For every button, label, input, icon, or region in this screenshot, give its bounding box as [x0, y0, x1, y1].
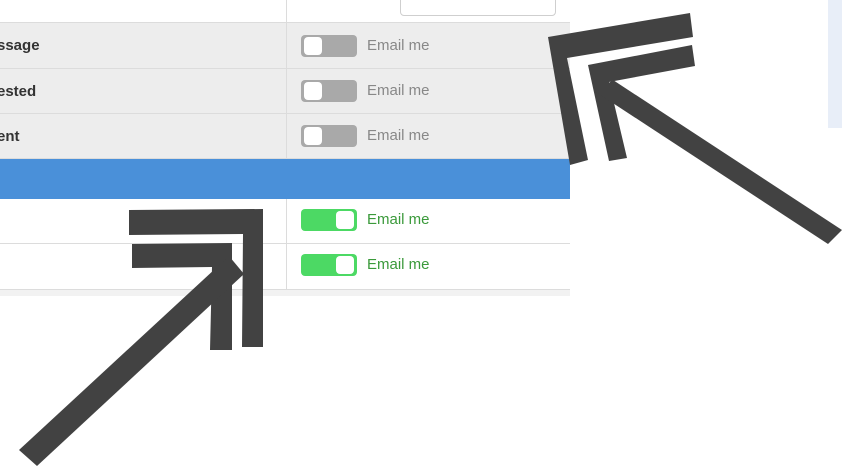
double-chevron-arrow-icon: [19, 209, 263, 466]
screenshot-stage: ssage Email me ested Email me ent Email …: [0, 0, 842, 470]
